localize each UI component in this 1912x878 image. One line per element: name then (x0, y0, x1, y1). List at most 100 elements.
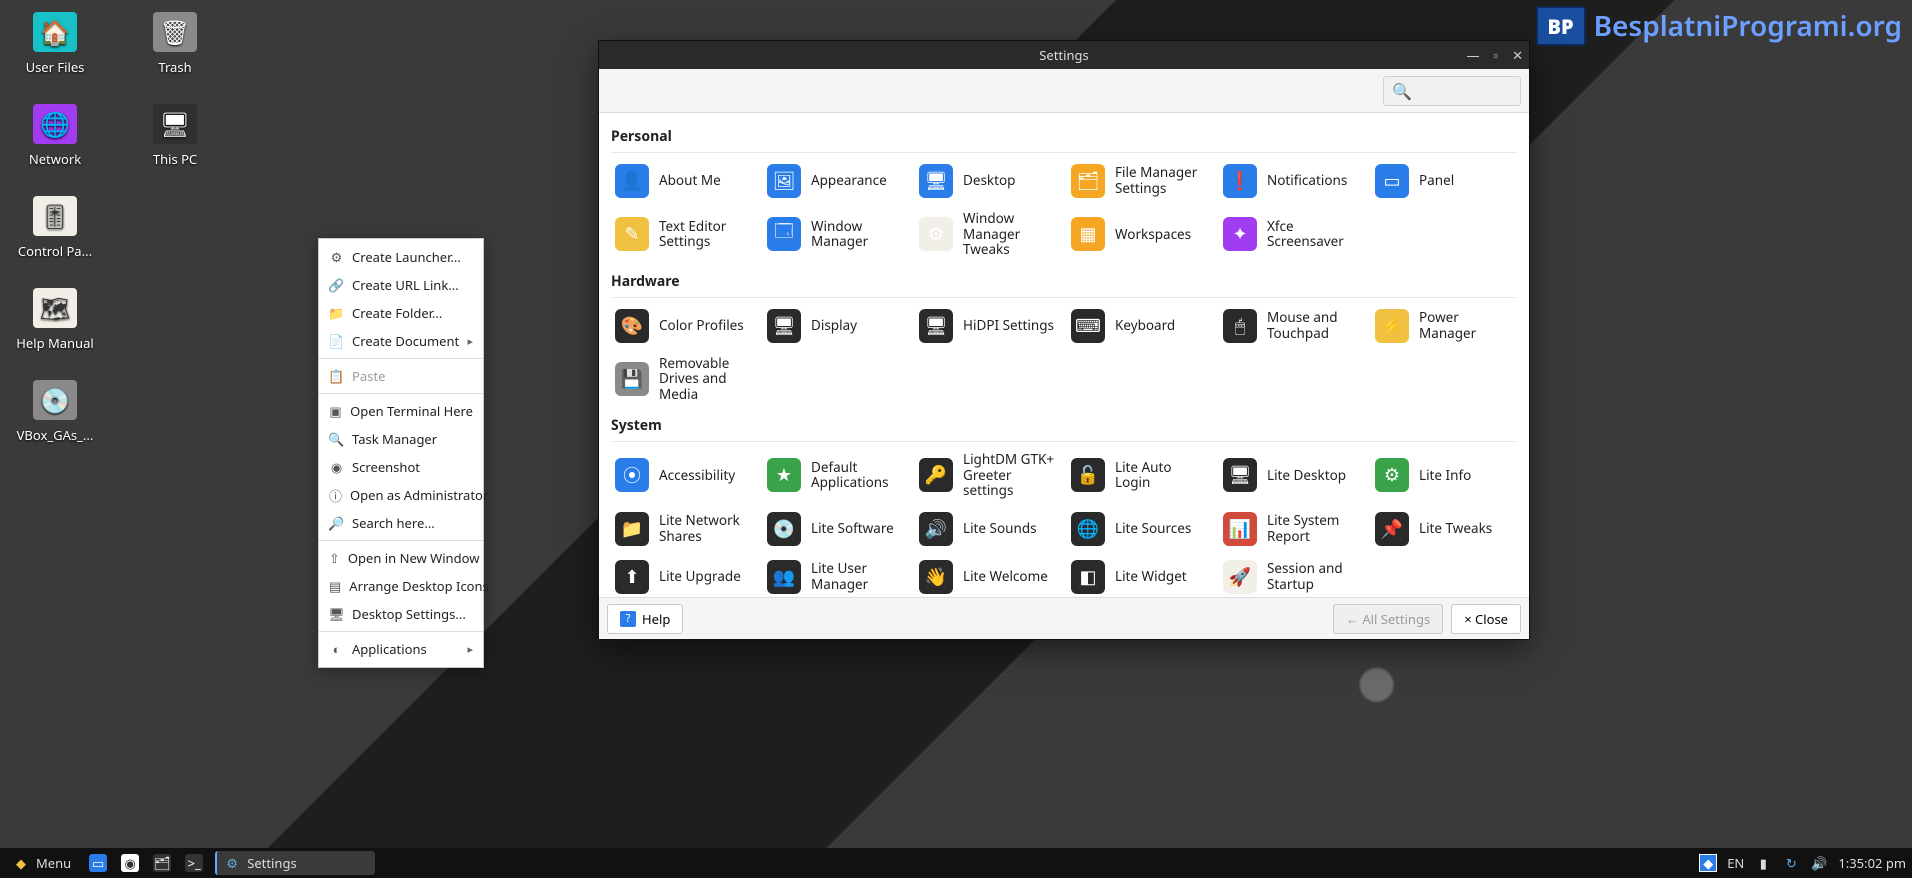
setting-lite-upgrade[interactable]: ⬆Lite Upgrade (611, 555, 757, 597)
ctx-search-here[interactable]: 🔎Search here... (319, 509, 483, 537)
setting-accessibility[interactable]: ⦿Accessibility (611, 448, 757, 503)
ctx-task-manager-label: Task Manager (352, 430, 437, 448)
task-settings[interactable]: ⚙ Settings (215, 851, 375, 875)
setting-lite-info[interactable]: ⚙Lite Info (1371, 448, 1517, 503)
setting-appearance[interactable]: 🖼Appearance (763, 159, 909, 203)
ctx-create-url-link[interactable]: 🔗Create URL Link... (319, 271, 483, 299)
setting-hidpi-settings[interactable]: 🖥HiDPI Settings (915, 304, 1061, 348)
close-button[interactable]: × Close (1451, 604, 1521, 634)
setting-notifications-label: Notifications (1267, 173, 1347, 189)
tray-volume-icon[interactable]: 🔊 (1810, 854, 1828, 872)
setting-window-manager-tweaks[interactable]: ⚙Window Manager Tweaks (915, 207, 1061, 262)
ctx-arrange-desktop-icons-icon: ▤ (329, 579, 341, 594)
setting-lite-auto-login-icon: 🔓 (1071, 458, 1105, 492)
setting-appearance-label: Appearance (811, 173, 887, 189)
system-tray: ◆ EN ▮ ↻ 🔊 1:35:02 pm (1699, 854, 1906, 872)
search-input[interactable]: 🔍 (1383, 76, 1521, 106)
ctx-create-document[interactable]: 📄Create Document▸ (319, 327, 483, 355)
help-button[interactable]: ? Help (607, 604, 683, 634)
vbox-gas-icon[interactable]: 💿VBox_GAs_... (10, 380, 100, 444)
setting-desktop[interactable]: 🖥Desktop (915, 159, 1061, 203)
setting-lite-welcome[interactable]: 👋Lite Welcome (915, 555, 1061, 597)
control-panel-icon[interactable]: 🎚Control Pa... (10, 196, 100, 260)
setting-removable-drives[interactable]: 💾Removable Drives and Media (611, 352, 757, 407)
setting-lite-user-manager[interactable]: 👥Lite User Manager (763, 555, 909, 597)
setting-notifications[interactable]: ❗Notifications (1219, 159, 1365, 203)
setting-window-manager[interactable]: 🗔Window Manager (763, 207, 909, 262)
ctx-desktop-settings[interactable]: 🖥Desktop Settings... (319, 600, 483, 628)
quick-launch: ▭◉🗂>_ (83, 851, 209, 875)
setting-xfce-screensaver[interactable]: ✦Xfce Screensaver (1219, 207, 1365, 262)
network-icon[interactable]: 🌐Network (10, 104, 100, 168)
ctx-screenshot[interactable]: ◉Screenshot (319, 453, 483, 481)
menu-button[interactable]: ◆ Menu (6, 851, 77, 875)
setting-session-startup-icon: 🚀 (1223, 560, 1257, 594)
setting-workspaces-label: Workspaces (1115, 227, 1191, 243)
setting-lite-desktop[interactable]: 🖥Lite Desktop (1219, 448, 1365, 503)
setting-display[interactable]: 🖥Display (763, 304, 909, 348)
setting-lightdm-greeter[interactable]: 🔑LightDM GTK+ Greeter settings (915, 448, 1061, 503)
setting-color-profiles[interactable]: 🎨Color Profiles (611, 304, 757, 348)
setting-mouse-touchpad[interactable]: 🖱Mouse and Touchpad (1219, 304, 1365, 348)
ctx-create-launcher-label: Create Launcher... (352, 248, 461, 266)
separator (319, 358, 483, 359)
launch-show-desktop[interactable]: ▭ (83, 851, 113, 875)
watermark-logo-icon: BP (1536, 6, 1586, 46)
ctx-open-terminal-here[interactable]: ▣Open Terminal Here (319, 397, 483, 425)
network-icon-glyph: 🌐 (33, 104, 77, 144)
chevron-right-icon: ▸ (467, 642, 473, 657)
launch-browser[interactable]: ◉ (115, 851, 145, 875)
launch-terminal[interactable]: >_ (179, 851, 209, 875)
minimize-button[interactable]: — (1466, 46, 1479, 64)
setting-text-editor-settings[interactable]: ✎Text Editor Settings (611, 207, 757, 262)
menu-label: Menu (36, 854, 71, 872)
tray-lang[interactable]: EN (1727, 854, 1744, 872)
ctx-create-launcher[interactable]: ⚙Create Launcher... (319, 243, 483, 271)
setting-keyboard-label: Keyboard (1115, 318, 1175, 334)
ctx-open-as-admin[interactable]: ⓘOpen as Administrator (319, 481, 483, 509)
setting-lite-widget[interactable]: ◧Lite Widget (1067, 555, 1213, 597)
setting-file-manager-settings-label: File Manager Settings (1115, 165, 1209, 196)
titlebar[interactable]: Settings — ▫ ✕ (599, 41, 1529, 69)
setting-lite-tweaks[interactable]: 📌Lite Tweaks (1371, 507, 1517, 551)
close-window-button[interactable]: ✕ (1512, 46, 1523, 64)
setting-lite-sounds[interactable]: 🔊Lite Sounds (915, 507, 1061, 551)
setting-workspaces[interactable]: ▦Workspaces (1067, 207, 1213, 262)
launch-file-manager[interactable]: 🗂 (147, 851, 177, 875)
ctx-create-url-link-icon: 🔗 (329, 278, 344, 293)
setting-mouse-touchpad-icon: 🖱 (1223, 309, 1257, 343)
setting-default-applications[interactable]: ★Default Applications (763, 448, 909, 503)
this-pc-icon[interactable]: 🖥This PC (130, 104, 220, 168)
setting-session-startup[interactable]: 🚀Session and Startup (1219, 555, 1365, 597)
ctx-applications[interactable]: ◐Applications▸ (319, 635, 483, 663)
search-field[interactable] (1418, 82, 1512, 100)
setting-lite-auto-login[interactable]: 🔓Lite Auto Login (1067, 448, 1213, 503)
setting-lite-system-report[interactable]: 📊Lite System Report (1219, 507, 1365, 551)
maximize-button[interactable]: ▫ (1493, 46, 1498, 64)
ctx-arrange-desktop-icons[interactable]: ▤Arrange Desktop Icons (319, 572, 483, 600)
setting-lite-tweaks-icon: 📌 (1375, 512, 1409, 546)
setting-lite-network-shares[interactable]: 📁Lite Network Shares (611, 507, 757, 551)
tray-updates-icon[interactable]: ↻ (1782, 854, 1800, 872)
setting-about-me[interactable]: 👤About Me (611, 159, 757, 203)
setting-panel[interactable]: ▭Panel (1371, 159, 1517, 203)
tray-battery-icon[interactable]: ▮ (1754, 854, 1772, 872)
settings-body: Personal👤About Me🖼Appearance🖥Desktop🗂Fil… (599, 113, 1529, 597)
setting-power-manager[interactable]: ⚡Power Manager (1371, 304, 1517, 348)
setting-keyboard[interactable]: ⌨Keyboard (1067, 304, 1213, 348)
all-settings-button: ← All Settings (1333, 604, 1443, 634)
ctx-create-folder[interactable]: 📁Create Folder... (319, 299, 483, 327)
ctx-task-manager[interactable]: 🔍Task Manager (319, 425, 483, 453)
help-manual-icon[interactable]: 🗺Help Manual (10, 288, 100, 352)
trash-icon[interactable]: 🗑Trash (130, 12, 220, 76)
setting-file-manager-settings[interactable]: 🗂File Manager Settings (1067, 159, 1213, 203)
taskbar: ◆ Menu ▭◉🗂>_ ⚙ Settings ◆ EN ▮ ↻ 🔊 1:35:… (0, 848, 1912, 878)
ctx-desktop-settings-label: Desktop Settings... (352, 605, 466, 623)
tray-indicator-icon[interactable]: ◆ (1699, 854, 1717, 872)
user-files-icon[interactable]: 🏠User Files (10, 12, 100, 76)
setting-lite-software[interactable]: 💿Lite Software (763, 507, 909, 551)
tray-clock[interactable]: 1:35:02 pm (1838, 854, 1906, 872)
ctx-open-new-window-icon: ⇧ (329, 551, 340, 566)
setting-lite-sources[interactable]: 🌐Lite Sources (1067, 507, 1213, 551)
ctx-open-new-window[interactable]: ⇧Open in New Window (319, 544, 483, 572)
